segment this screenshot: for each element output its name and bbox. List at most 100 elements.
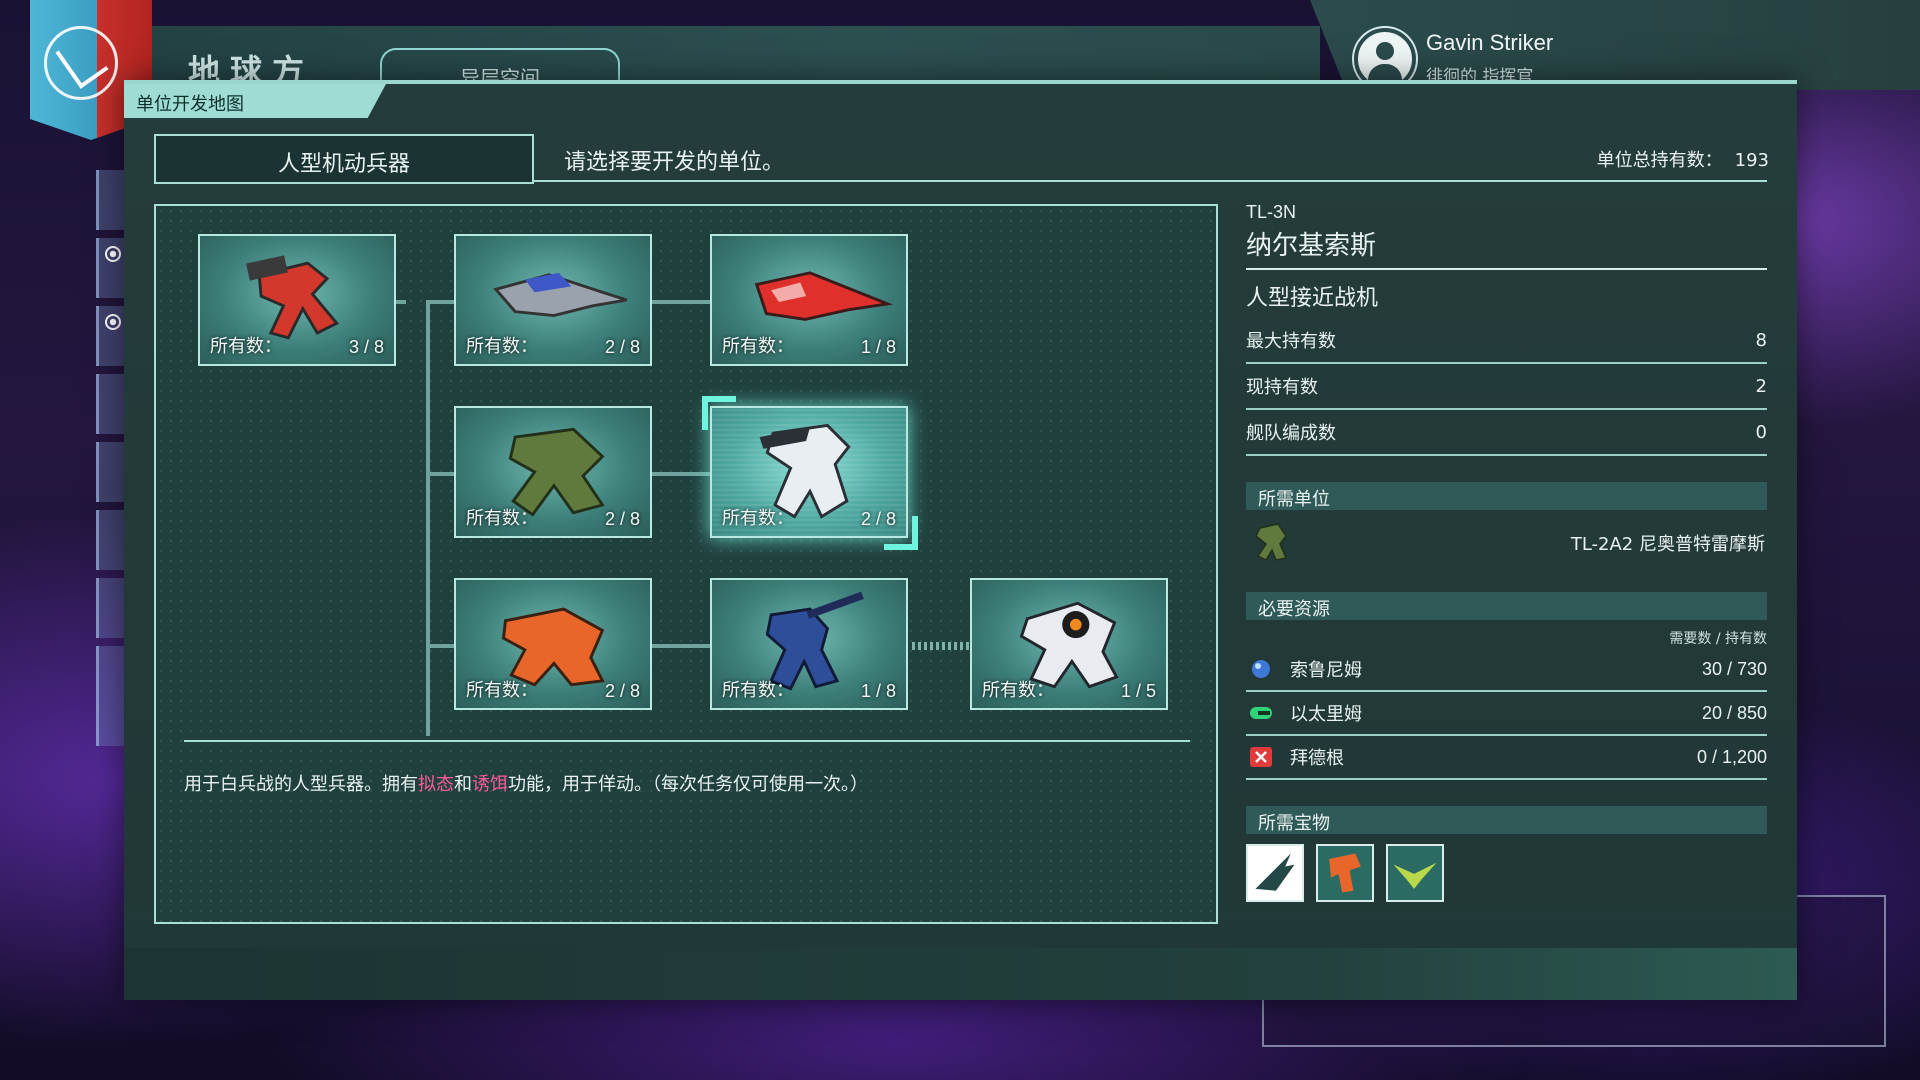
side-nav xyxy=(96,170,126,754)
tree-divider xyxy=(184,740,1190,742)
owned-label: 所有数： xyxy=(722,680,794,701)
unit-development-panel: 单位开发地图 人型机动兵器 请选择要开发的单位。 单位总持有数： 193 所有数：… xyxy=(124,80,1797,1000)
resource-row: 以太里姆 20 / 850 xyxy=(1246,692,1767,736)
faction-emblem-icon xyxy=(44,26,118,100)
unit-name: 纳尔基索斯 xyxy=(1246,225,1767,270)
owned-label: 所有数： xyxy=(210,336,282,357)
resource-name: 以太里姆 xyxy=(1290,704,1362,725)
unit-detail-panel: TL-3N 纳尔基索斯 人型接近战机 最大持有数 8 现持有数 2 舰队编成数 … xyxy=(1246,202,1767,902)
side-nav-item-6[interactable] xyxy=(96,510,126,570)
required-unit-heading: 所需单位 xyxy=(1246,482,1767,510)
unit-card[interactable]: 所有数： 3 / 8 xyxy=(198,234,396,366)
tree-connector xyxy=(652,644,714,648)
description-highlight-mimicry: 拟态 xyxy=(418,774,454,795)
stat-row: 最大持有数 8 xyxy=(1246,318,1767,364)
stat-value: 8 xyxy=(1755,329,1767,351)
treasure-bird-icon xyxy=(1393,862,1437,889)
side-nav-item-7[interactable] xyxy=(96,578,126,638)
unit-card-selected[interactable]: 所有数： 2 / 8 xyxy=(710,406,908,538)
resource-value: 30 / 730 xyxy=(1701,658,1767,679)
tree-connector-dotted xyxy=(912,642,974,650)
player-name: Gavin Striker xyxy=(1426,30,1554,55)
owned-label: 所有数： xyxy=(466,680,538,701)
resource-row: 拜德根 0 / 1,200 xyxy=(1246,736,1767,780)
owned-count: 2 / 8 xyxy=(604,509,640,529)
owned-count: 1 / 8 xyxy=(860,337,896,357)
resource-name: 拜德根 xyxy=(1290,748,1344,769)
unit-card[interactable]: 所有数： 1 / 8 xyxy=(710,578,908,710)
total-owned-label: 单位总持有数： xyxy=(1596,150,1723,171)
unit-card[interactable]: 所有数： 2 / 8 xyxy=(454,406,652,538)
unit-card[interactable]: 所有数： 2 / 8 xyxy=(454,234,652,366)
total-owned: 单位总持有数： 193 xyxy=(1597,146,1769,172)
owned-count: 1 / 5 xyxy=(1120,681,1156,701)
owned-label: 所有数： xyxy=(722,336,794,357)
selection-corner xyxy=(702,396,736,430)
required-unit-mech-icon xyxy=(1255,523,1288,561)
stat-value: 0 xyxy=(1755,421,1767,443)
panel-footer xyxy=(124,948,1797,1000)
total-owned-value: 193 xyxy=(1734,150,1769,171)
stat-label: 舰队编成数 xyxy=(1246,423,1336,444)
category-selector[interactable]: 人型机动兵器 xyxy=(154,134,534,184)
tree-connector xyxy=(426,300,430,736)
treasures-heading: 所需宝物 xyxy=(1246,806,1767,834)
unit-description: 用于白兵战的人型兵器。拥有拟态和诱饵功能，用于佯动。（每次任务仅可使用一次。） xyxy=(184,770,868,796)
resources-caption: 需要数 / 持有数 xyxy=(1669,631,1767,647)
baidegen-icon xyxy=(1250,747,1272,767)
side-nav-item-3[interactable] xyxy=(96,306,126,366)
owned-label: 所有数： xyxy=(466,508,538,529)
side-nav-item-4[interactable] xyxy=(96,374,126,434)
description-text: 和 xyxy=(454,774,472,795)
treasure-item[interactable] xyxy=(1316,844,1374,902)
owned-label: 所有数： xyxy=(466,336,538,357)
owned-count: 2 / 8 xyxy=(604,681,640,701)
unit-card[interactable]: 所有数： 2 / 8 xyxy=(454,578,652,710)
tree-connector xyxy=(426,644,454,648)
tree-connector xyxy=(652,472,714,476)
owned-label: 所有数： xyxy=(722,508,794,529)
side-nav-item-8[interactable] xyxy=(96,646,126,746)
unit-code: TL-3N xyxy=(1246,202,1297,222)
side-nav-item-5[interactable] xyxy=(96,442,126,502)
stat-label: 最大持有数 xyxy=(1246,331,1336,352)
panel-title: 单位开发地图 xyxy=(124,84,386,118)
treasure-list xyxy=(1246,844,1767,902)
owned-count: 2 / 8 xyxy=(604,337,640,357)
unit-type: 人型接近战机 xyxy=(1246,286,1379,311)
treasure-item[interactable] xyxy=(1386,844,1444,902)
unit-card[interactable]: 所有数： 1 / 5 xyxy=(970,578,1168,710)
owned-label: 所有数： xyxy=(982,680,1054,701)
unit-card[interactable]: 所有数： 1 / 8 xyxy=(710,234,908,366)
owned-count: 3 / 8 xyxy=(348,337,384,357)
solnium-icon xyxy=(1252,660,1270,678)
required-unit-name: TL-2A2 尼奥普特雷摩斯 xyxy=(1570,534,1765,555)
resources-heading: 必要资源 xyxy=(1246,592,1767,620)
header-divider xyxy=(534,180,1767,182)
side-nav-item-1[interactable] xyxy=(96,170,126,230)
treasure-wing-icon xyxy=(1255,853,1295,891)
development-tree: 所有数： 3 / 8 所有数： 2 / 8 所有数： 1 / 8 所有数： 2 … xyxy=(154,204,1218,924)
description-highlight-decoy: 诱饵 xyxy=(472,774,508,795)
description-text: 功能，用于佯动。（每次任务仅可使用一次。） xyxy=(508,774,868,795)
treasure-item[interactable] xyxy=(1246,844,1304,902)
stat-label: 现持有数 xyxy=(1246,377,1318,398)
selection-corner xyxy=(884,516,918,550)
stat-value: 2 xyxy=(1755,375,1767,397)
description-text: 用于白兵战的人型兵器。拥有 xyxy=(184,774,418,795)
owned-count: 1 / 8 xyxy=(860,681,896,701)
tree-connector xyxy=(652,300,714,304)
required-unit[interactable]: TL-2A2 尼奥普特雷摩斯 xyxy=(1246,510,1767,574)
treasure-mech-part-icon xyxy=(1329,853,1361,893)
resource-value: 0 / 1,200 xyxy=(1696,746,1767,767)
tree-connector xyxy=(426,472,454,476)
resource-name: 索鲁尼姆 xyxy=(1290,660,1362,681)
stat-row: 现持有数 2 xyxy=(1246,364,1767,410)
side-nav-item-2[interactable] xyxy=(96,238,126,298)
etherium-icon xyxy=(1250,707,1272,719)
resource-row: 索鲁尼姆 30 / 730 xyxy=(1246,648,1767,692)
tree-connector xyxy=(426,300,454,304)
resource-value: 20 / 850 xyxy=(1701,702,1767,723)
stat-row: 舰队编成数 0 xyxy=(1246,410,1767,456)
instruction-text: 请选择要开发的单位。 xyxy=(564,150,785,175)
